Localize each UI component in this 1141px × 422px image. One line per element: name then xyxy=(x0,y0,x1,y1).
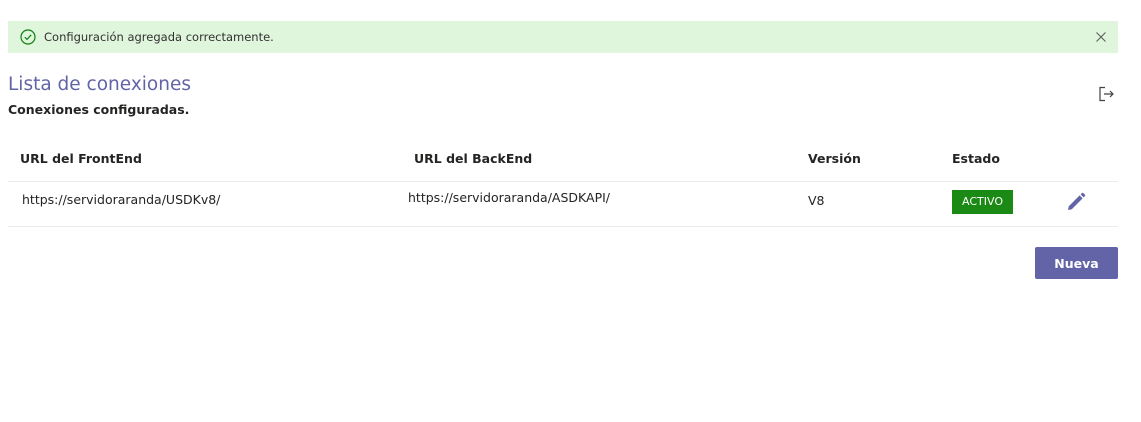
close-icon[interactable] xyxy=(1094,30,1108,44)
column-header-version: Versión xyxy=(808,151,861,166)
page-title: Lista de conexiones xyxy=(8,74,191,95)
table-divider xyxy=(8,181,1118,182)
column-header-status: Estado xyxy=(952,151,1000,166)
connections-page: Configuración agregada correctamente. Li… xyxy=(0,0,1141,422)
frontend-url-cell: https://servidoraranda/USDKv8/ xyxy=(22,192,221,207)
backend-url-cell: https://servidoraranda/ASDKAPI/ xyxy=(408,190,611,205)
success-banner: Configuración agregada correctamente. xyxy=(8,21,1118,53)
column-header-frontend: URL del FrontEnd xyxy=(20,151,142,166)
new-connection-button[interactable]: Nueva xyxy=(1035,247,1118,279)
table-divider xyxy=(8,226,1118,227)
column-header-backend: URL del BackEnd xyxy=(414,151,533,166)
version-cell: V8 xyxy=(808,193,825,208)
pencil-icon[interactable] xyxy=(1065,191,1087,213)
check-circle-icon xyxy=(20,29,36,45)
sign-out-icon[interactable] xyxy=(1097,85,1115,103)
status-badge: ACTIVO xyxy=(952,190,1013,214)
page-subtitle: Conexiones configuradas. xyxy=(8,102,190,117)
banner-message: Configuración agregada correctamente. xyxy=(44,30,274,44)
